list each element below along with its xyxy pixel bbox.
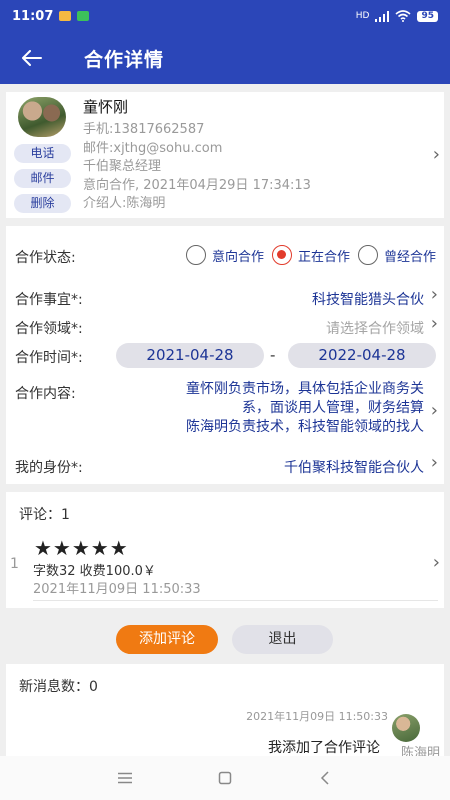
chevron-right-icon: › (430, 452, 438, 473)
chevron-right-icon: › (430, 400, 438, 421)
contact-introducer: 介绍人:陈海明 (83, 196, 166, 211)
sender-avatar (392, 714, 420, 742)
chevron-right-icon: › (432, 144, 440, 165)
comment-index: 1 (10, 556, 19, 572)
identity-label: 我的身份*: (15, 460, 83, 476)
exit-button[interactable]: 退出 (232, 625, 333, 654)
chevron-right-icon: › (430, 284, 438, 305)
end-date-button[interactable]: 2022-04-28 (288, 343, 436, 368)
status-radio-group: 意向合作 正在合作 曾经合作 (178, 245, 436, 265)
call-button[interactable]: 电话 (14, 144, 71, 163)
status-indicators: HD 95 (356, 10, 438, 22)
status-time: 11:07 (12, 8, 54, 24)
radio-past[interactable]: 曾经合作 (357, 245, 436, 265)
comment-meta: 字数32 收费100.0￥ (33, 564, 156, 579)
radio-intent[interactable]: 意向合作 (185, 245, 264, 265)
add-comment-button[interactable]: 添加评论 (116, 625, 218, 654)
matter-label: 合作事宜*: (15, 292, 83, 308)
date-separator: - (270, 346, 276, 364)
content-value[interactable]: 童怀刚负责市场，具体包括企业商务关 系，面谈用人管理，财务结算 陈海明负责技术，… (104, 380, 424, 437)
radio-intent-label: 意向合作 (211, 249, 264, 265)
field-select[interactable]: 请选择合作领域 (326, 318, 424, 338)
comment-time: 2021年11月09日 11:50:33 (33, 582, 201, 597)
comments-card: 评论：1 1 ★★★★★ 字数32 收费100.0￥ 2021年11月09日 1… (6, 492, 444, 608)
menu-nav-button[interactable] (115, 768, 135, 788)
contact-intent: 意向合作, 2021年04月29日 17:34:13 (83, 178, 311, 193)
status-label: 合作状态: (15, 250, 76, 266)
page-title: 合作详情 (84, 48, 165, 71)
contact-name: 童怀刚 (83, 98, 129, 116)
delete-button[interactable]: 删除 (14, 194, 71, 213)
signal-icon (375, 10, 390, 22)
time-label: 合作时间*: (15, 350, 83, 366)
home-nav-button[interactable] (215, 768, 235, 788)
contact-email: 邮件:xjthg@sohu.com (83, 141, 223, 156)
contact-avatar (18, 97, 66, 137)
radio-off-icon (357, 245, 378, 265)
radio-off-icon (185, 245, 206, 265)
battery-icon: 95 (417, 10, 438, 22)
radio-active-label: 正在合作 (297, 249, 350, 265)
arrow-left-icon (22, 50, 42, 66)
divider (33, 600, 438, 601)
message-time: 2021年11月09日 11:50:33 (246, 710, 388, 723)
back-button[interactable] (0, 32, 64, 84)
messages-header: 新消息数：0 (19, 679, 98, 695)
content-label: 合作内容: (15, 386, 76, 402)
matter-value[interactable]: 科技智能猎头合伙 (312, 289, 424, 309)
contact-card[interactable]: 电话 邮件 删除 童怀刚 手机:13817662587 邮件:xjthg@soh… (6, 92, 444, 218)
messages-card: 新消息数：0 2021年11月09日 11:50:33 我添加了合作评论 陈海明 (6, 664, 444, 761)
back-nav-button[interactable] (315, 768, 335, 788)
network-type: HD (355, 11, 370, 21)
field-label: 合作领域*: (15, 321, 83, 337)
radio-active[interactable]: 正在合作 (271, 245, 350, 265)
status-bar: 11:07 HD 95 (0, 0, 450, 32)
content-line: 系，面谈用人管理，财务结算 (242, 400, 424, 416)
home-icon (218, 771, 232, 785)
notification-icon (59, 11, 72, 21)
star-rating-icon: ★★★★★ (34, 536, 129, 560)
content-line: 童怀刚负责市场，具体包括企业商务关 (186, 381, 424, 397)
system-nav-bar (0, 756, 450, 800)
wechat-icon (77, 11, 90, 21)
comments-header: 评论：1 (19, 507, 70, 523)
wifi-icon (395, 10, 411, 22)
app-bar: 合作详情 (0, 32, 450, 84)
radio-past-label: 曾经合作 (383, 249, 436, 265)
menu-icon (118, 772, 132, 784)
contact-phone: 手机:13817662587 (83, 122, 205, 137)
mail-button[interactable]: 邮件 (14, 169, 71, 188)
message-text: 我添加了合作评论 (268, 740, 380, 756)
cooperation-details: 合作状态: 意向合作 正在合作 曾经合作 合作事宜*: 科技智能猎头合伙 › 合… (6, 226, 444, 484)
chevron-right-icon: › (430, 313, 438, 334)
back-icon (320, 771, 329, 785)
radio-on-icon (271, 245, 292, 265)
content-line: 陈海明负责技术，科技智能领域的找人 (186, 419, 424, 435)
contact-position: 千伯聚总经理 (83, 159, 162, 174)
start-date-button[interactable]: 2021-04-28 (116, 343, 264, 368)
chevron-right-icon: › (432, 552, 440, 573)
identity-value[interactable]: 千伯聚科技智能合伙人 (284, 457, 424, 477)
